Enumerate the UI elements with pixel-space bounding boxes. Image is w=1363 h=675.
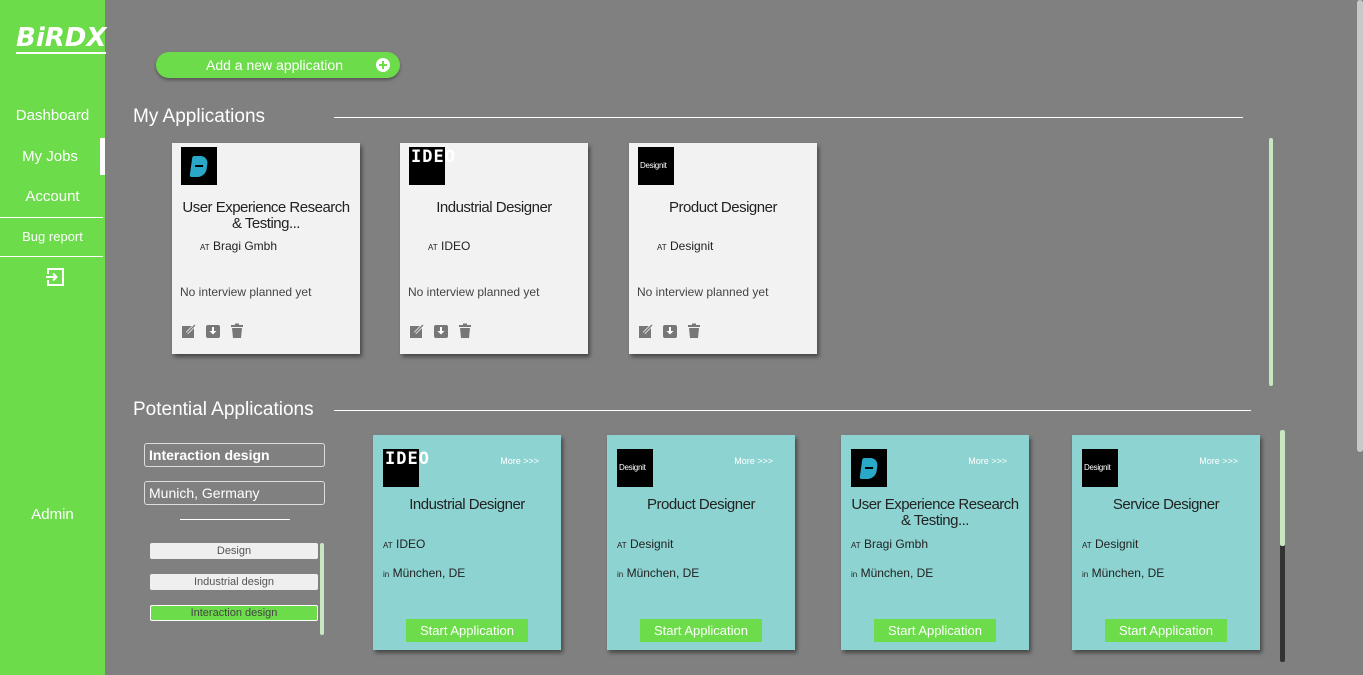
interview-status: No interview planned yet xyxy=(408,285,540,299)
my-applications-scrollbar[interactable] xyxy=(1269,138,1273,386)
start-application-button[interactable]: Start Application xyxy=(874,619,996,642)
job-title: User Experience Research & Testing... xyxy=(851,496,1019,529)
bragi-logo xyxy=(851,449,887,487)
potential-scrollbar-thumb[interactable] xyxy=(1280,430,1285,546)
add-application-label: Add a new application xyxy=(206,57,343,73)
tag-interaction-design[interactable]: Interaction design xyxy=(150,605,318,621)
start-application-button[interactable]: Start Application xyxy=(1105,619,1227,642)
bragi-logo xyxy=(181,147,217,185)
trash-icon[interactable] xyxy=(229,323,245,339)
download-icon[interactable] xyxy=(433,323,449,339)
job-location: in München, DE xyxy=(617,566,700,580)
job-title: Product Designer xyxy=(669,199,777,216)
company: AT IDEO xyxy=(428,239,471,253)
more-link[interactable]: More >>> xyxy=(500,456,539,466)
potential-job-card[interactable]: Designit More >>> Product Designer AT De… xyxy=(607,435,795,650)
company: AT Bragi Gmbh xyxy=(200,239,278,253)
keyword-filter-input[interactable]: Interaction design xyxy=(144,443,325,467)
filter-divider xyxy=(180,519,290,520)
sidebar-item-account[interactable]: Account xyxy=(0,188,105,205)
designit-logo: Designit xyxy=(1082,449,1118,487)
trash-icon[interactable] xyxy=(686,323,702,339)
ideo-logo: IDEO xyxy=(383,449,429,487)
sidebar-item-admin[interactable]: Admin xyxy=(0,506,105,523)
trash-icon[interactable] xyxy=(457,323,473,339)
start-application-button[interactable]: Start Application xyxy=(406,619,528,642)
tags-scrollbar[interactable] xyxy=(320,543,324,635)
sidebar-item-dashboard[interactable]: Dashboard xyxy=(0,107,105,124)
sidebar-divider xyxy=(0,217,103,218)
plus-circle-icon xyxy=(376,58,390,72)
more-link[interactable]: More >>> xyxy=(1199,456,1238,466)
company: AT Designit xyxy=(1082,537,1139,551)
page-scrollbar[interactable] xyxy=(1357,0,1363,452)
job-location: in München, DE xyxy=(851,566,934,580)
application-card[interactable]: IDEO Industrial Designer AT IDEO No inte… xyxy=(400,143,588,354)
more-link[interactable]: More >>> xyxy=(734,456,773,466)
tag-design[interactable]: Design xyxy=(150,543,318,559)
company: AT Designit xyxy=(617,537,674,551)
company: AT IDEO xyxy=(383,537,426,551)
section-divider xyxy=(334,410,1251,411)
job-title: User Experience Research & Testing... xyxy=(182,199,350,232)
potential-job-card[interactable]: More >>> User Experience Research & Test… xyxy=(841,435,1029,650)
job-location: in München, DE xyxy=(383,566,466,580)
potential-job-card[interactable]: IDEO More >>> Industrial Designer AT IDE… xyxy=(373,435,561,650)
job-location: in München, DE xyxy=(1082,566,1165,580)
potential-job-card[interactable]: Designit More >>> Service Designer AT De… xyxy=(1072,435,1260,650)
sidebar-item-my-jobs[interactable]: My Jobs xyxy=(0,138,105,175)
designit-logo: Designit xyxy=(617,449,653,487)
job-title: Industrial Designer xyxy=(436,199,552,216)
application-card[interactable]: User Experience Research & Testing... AT… xyxy=(172,143,360,354)
location-filter-input[interactable]: Munich, Germany xyxy=(144,481,325,505)
birdx-logo[interactable]: BiRDX xyxy=(16,24,107,54)
edit-icon[interactable] xyxy=(181,323,197,339)
potential-applications-heading: Potential Applications xyxy=(133,399,314,420)
more-link[interactable]: More >>> xyxy=(968,456,1007,466)
application-card[interactable]: Designit Product Designer AT Designit No… xyxy=(629,143,817,354)
download-icon[interactable] xyxy=(205,323,221,339)
interview-status: No interview planned yet xyxy=(637,285,769,299)
add-application-button[interactable]: Add a new application xyxy=(156,52,400,78)
start-application-button[interactable]: Start Application xyxy=(640,619,762,642)
logout-icon[interactable] xyxy=(45,268,65,286)
download-icon[interactable] xyxy=(662,323,678,339)
sidebar-item-bug-report[interactable]: Bug report xyxy=(0,229,105,244)
job-title: Service Designer xyxy=(1112,496,1220,513)
interview-status: No interview planned yet xyxy=(180,285,312,299)
sidebar-divider xyxy=(0,256,103,257)
tag-industrial-design[interactable]: Industrial design xyxy=(150,574,318,590)
job-title: Industrial Designer xyxy=(409,496,525,513)
edit-icon[interactable] xyxy=(638,323,654,339)
job-title: Product Designer xyxy=(647,496,755,513)
ideo-logo: IDEO xyxy=(409,147,455,185)
designit-logo: Designit xyxy=(638,147,674,185)
my-applications-heading: My Applications xyxy=(133,106,266,127)
company: AT Bragi Gmbh xyxy=(851,537,929,551)
company: AT Designit xyxy=(657,239,714,253)
sidebar: BiRDX Dashboard My Jobs Account Bug repo… xyxy=(0,0,107,675)
section-divider xyxy=(334,117,1243,118)
edit-icon[interactable] xyxy=(409,323,425,339)
